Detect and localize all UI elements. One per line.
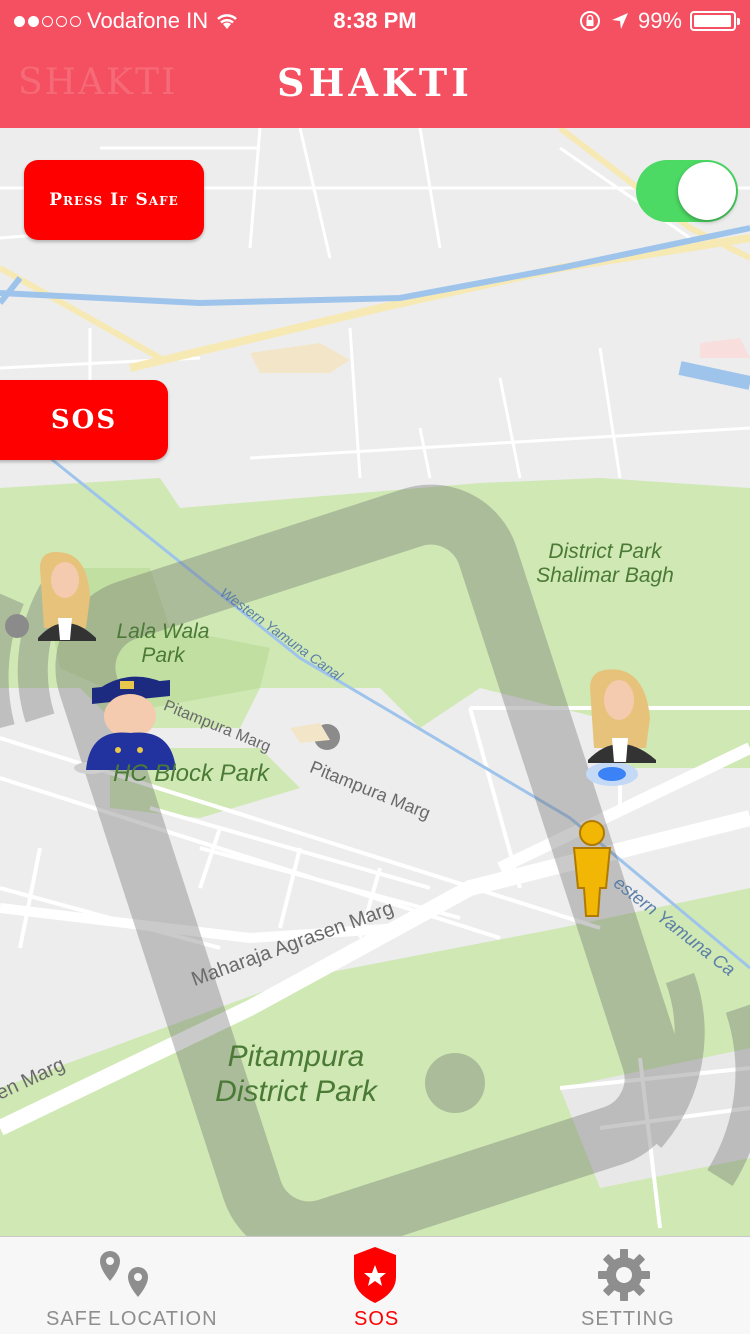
park-label-block: HC Block Park bbox=[112, 760, 270, 787]
map-view[interactable]: District Park Shalimar Bagh Lala Wala Pa… bbox=[0, 128, 750, 1236]
battery-percent: 99% bbox=[637, 8, 682, 33]
tab-bar: SAFE LOCATION SOS SETTING bbox=[0, 1236, 750, 1334]
tab-label: SOS bbox=[354, 1308, 400, 1330]
map-pins-icon bbox=[100, 1251, 148, 1297]
battery-icon bbox=[690, 11, 740, 31]
gear-icon bbox=[598, 1249, 650, 1301]
status-bar: Vodafone IN 8:38 PM 99% bbox=[0, 0, 750, 40]
tab-safe-location[interactable]: SAFE LOCATION bbox=[0, 1237, 250, 1334]
page-title: SHAKTI bbox=[277, 60, 473, 105]
toggle-knob bbox=[678, 162, 736, 220]
park-label-pitampura: Pitampura District Park bbox=[215, 1040, 377, 1108]
status-right: 99% bbox=[578, 8, 740, 34]
park-label-shalimar: District Park Shalimar Bagh bbox=[536, 540, 674, 588]
park-label-lala-wala: Lala Wala Park bbox=[116, 620, 210, 668]
press-if-safe-button[interactable]: Press If Safe bbox=[24, 160, 204, 240]
tracking-toggle[interactable] bbox=[636, 160, 738, 222]
tab-label: SAFE LOCATION bbox=[46, 1308, 218, 1330]
tab-label: SETTING bbox=[581, 1308, 675, 1330]
tab-setting[interactable]: SETTING bbox=[500, 1237, 750, 1334]
sos-button[interactable]: SOS bbox=[0, 380, 168, 460]
navigation-bar: SHAKTI SHAKTI bbox=[0, 40, 750, 128]
rotation-lock-icon bbox=[579, 11, 600, 31]
location-arrow-icon bbox=[611, 13, 628, 29]
sos-badge-icon bbox=[354, 1247, 396, 1303]
tab-sos[interactable]: SOS bbox=[250, 1237, 500, 1334]
